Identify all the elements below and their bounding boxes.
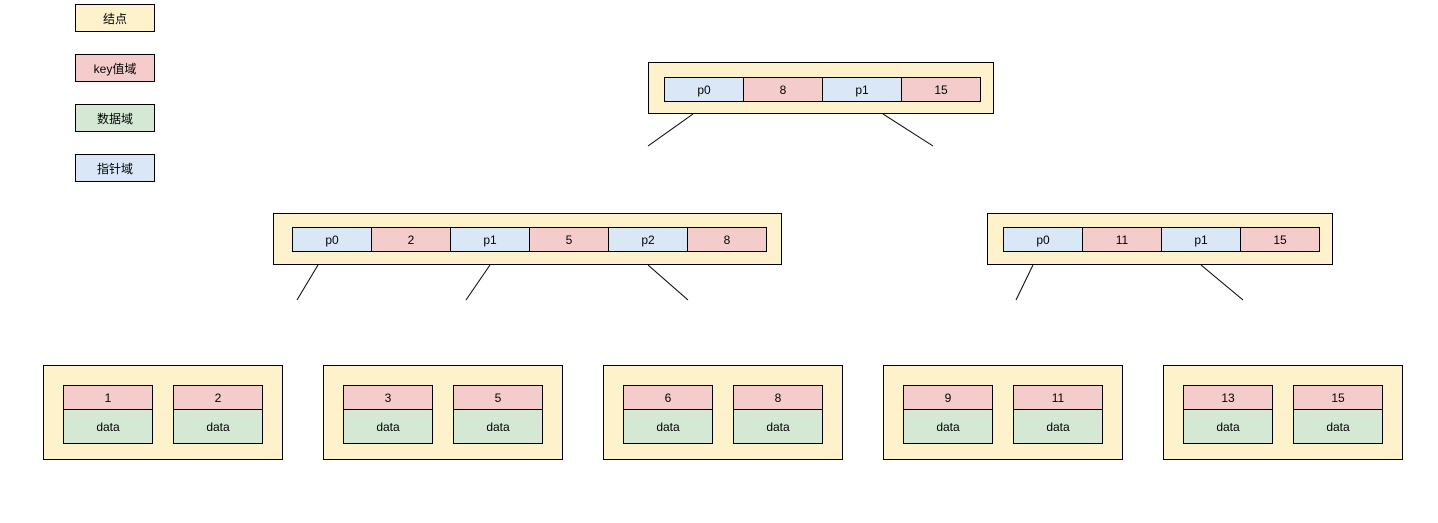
leaf-1-entry-1-key: 5: [453, 385, 543, 410]
leaf-1-entry-0-data: data: [343, 409, 433, 444]
edge-root-p1: [883, 114, 933, 146]
internal-0-cell-3: 5: [529, 227, 609, 252]
internal-0-cell-2: p1: [450, 227, 530, 252]
legend-key: key值域: [75, 54, 155, 82]
leaf-2-entry-1-key: 8: [733, 385, 823, 410]
leaf-0-entry-1-data: data: [173, 409, 263, 444]
internal-1-cell-0: p0: [1003, 227, 1083, 252]
leaf-0-entry-1-key: 2: [173, 385, 263, 410]
leaf-4-entry-0-data: data: [1183, 409, 1273, 444]
edge-int1-p0: [1016, 265, 1033, 300]
leaf-1-entry-0-key: 3: [343, 385, 433, 410]
internal-0-cell-1: 2: [371, 227, 451, 252]
root-cell-0: p0: [664, 77, 744, 102]
leaf-2-entry-0-data: data: [623, 409, 713, 444]
legend-data: 数据域: [75, 104, 155, 132]
leaf-4-entry-0-key: 13: [1183, 385, 1273, 410]
root-cell-2: p1: [822, 77, 902, 102]
leaf-3-entry-0-key: 9: [903, 385, 993, 410]
leaf-4-entry-1-key: 15: [1293, 385, 1383, 410]
internal-0-cell-5: 8: [687, 227, 767, 252]
leaf-1-entry-1-data: data: [453, 409, 543, 444]
leaf-3-entry-0-data: data: [903, 409, 993, 444]
legend-ptr: 指针域: [75, 154, 155, 182]
leaf-3-entry-1-data: data: [1013, 409, 1103, 444]
leaf-2-entry-1-data: data: [733, 409, 823, 444]
leaf-3-entry-1-key: 11: [1013, 385, 1103, 410]
edge-root-p0: [648, 114, 693, 146]
internal-0-cell-0: p0: [292, 227, 372, 252]
leaf-4-entry-1-data: data: [1293, 409, 1383, 444]
internal-1-cell-2: p1: [1161, 227, 1241, 252]
leaf-0-entry-0-key: 1: [63, 385, 153, 410]
leaf-2-entry-0-key: 6: [623, 385, 713, 410]
internal-1-cell-3: 15: [1240, 227, 1320, 252]
edge-int1-p1: [1201, 265, 1243, 300]
legend-node: 结点: [75, 4, 155, 32]
edge-int0-p2: [648, 265, 688, 300]
edge-int0-p1: [466, 265, 490, 300]
internal-1-cell-1: 11: [1082, 227, 1162, 252]
edge-int0-p0: [297, 265, 318, 300]
internal-0-cell-4: p2: [608, 227, 688, 252]
root-cell-1: 8: [743, 77, 823, 102]
leaf-0-entry-0-data: data: [63, 409, 153, 444]
btree-diagram: 结点 key值域 数据域 指针域 p0 8 p1 15 p0 2 p1 5 p2…: [0, 0, 1438, 523]
root-cell-3: 15: [901, 77, 981, 102]
